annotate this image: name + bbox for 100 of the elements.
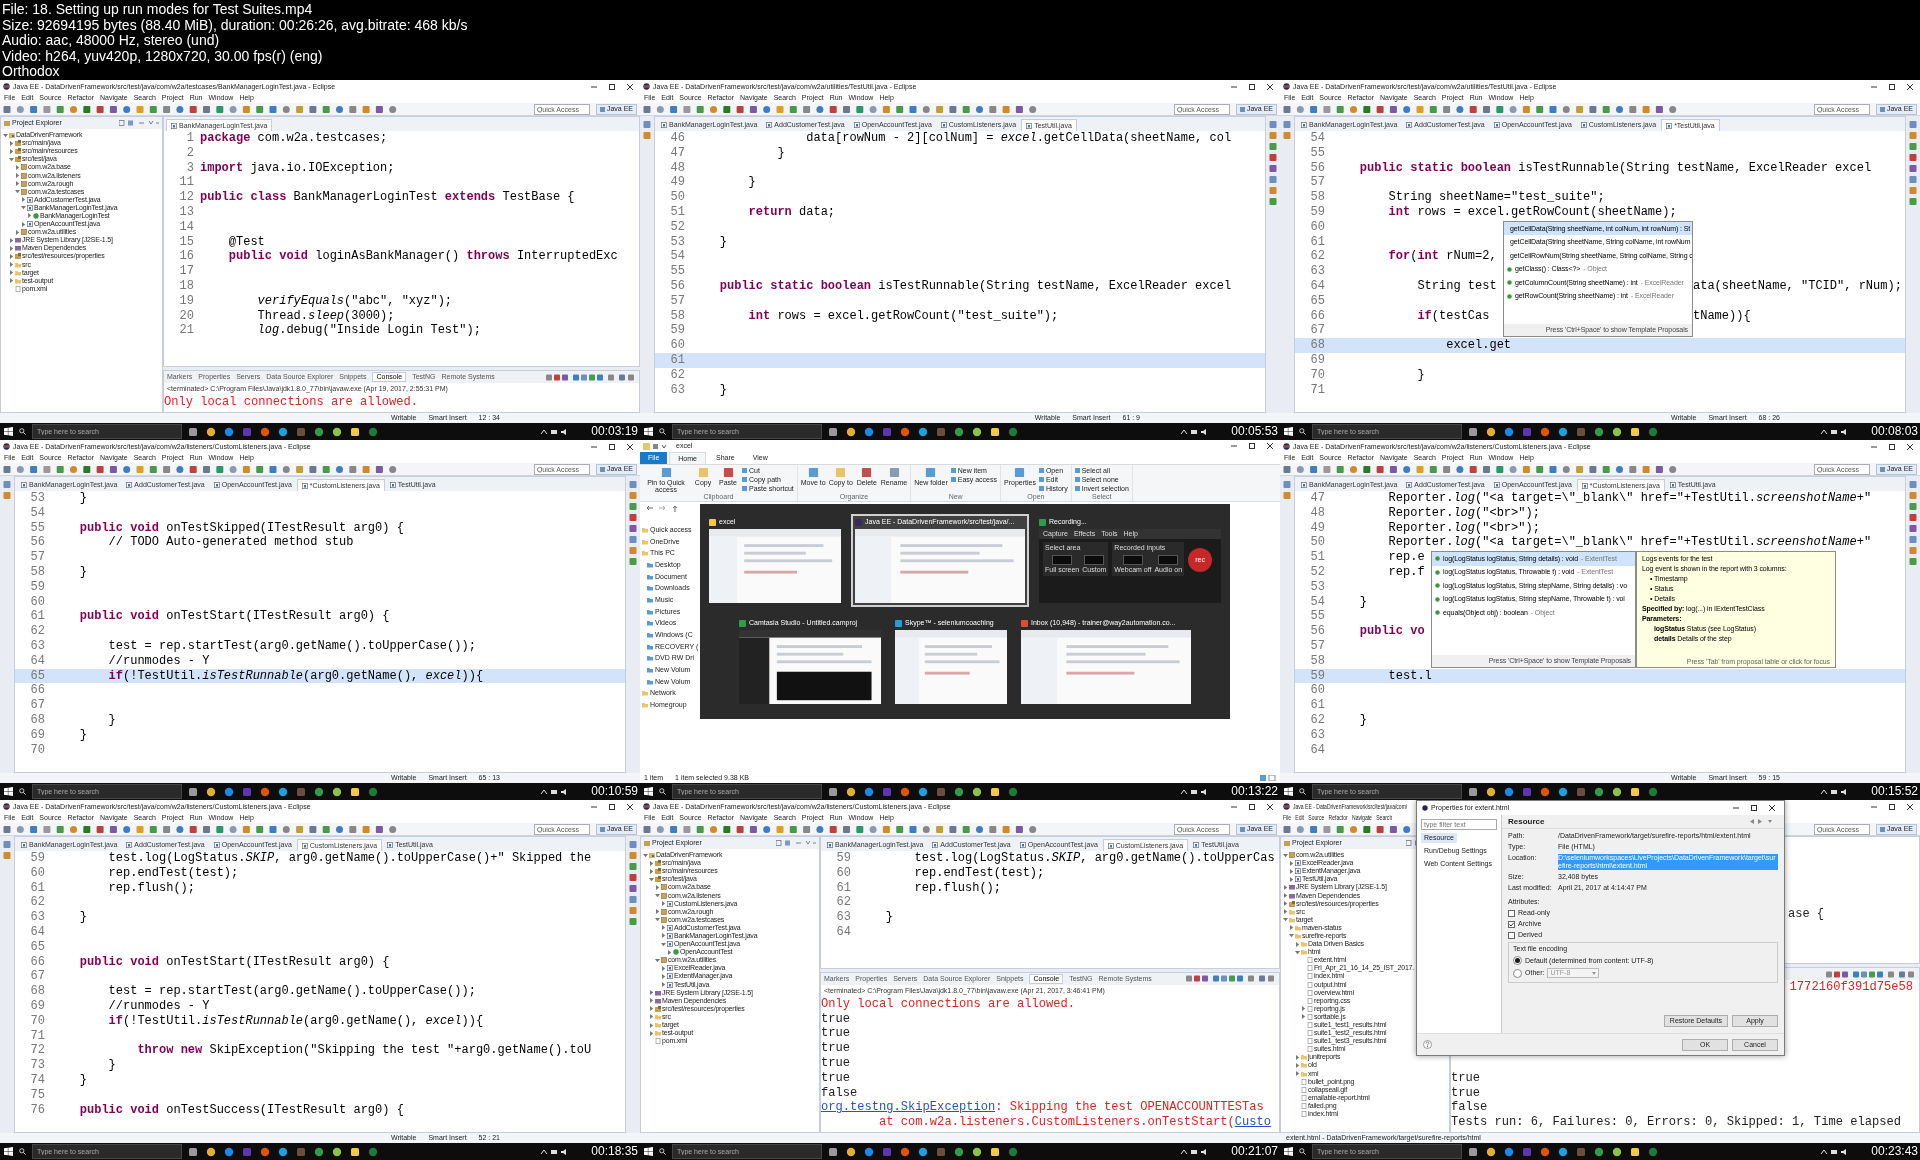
- app-icon[interactable]: [332, 786, 342, 797]
- expand-arrow-icon[interactable]: [15, 229, 20, 235]
- app-icon[interactable]: [972, 786, 982, 797]
- back-arrow-icon[interactable]: [646, 505, 653, 511]
- close-icon[interactable]: [1907, 443, 1913, 450]
- collapse-arrow-icon[interactable]: [1289, 933, 1294, 939]
- app-icon[interactable]: [1468, 786, 1478, 797]
- expand-arrow-icon[interactable]: [1295, 941, 1300, 947]
- app-icon[interactable]: [1486, 786, 1496, 797]
- expand-arrow-icon[interactable]: [9, 253, 14, 259]
- console-toolbar-drawing[interactable]: [1826, 970, 1916, 978]
- windows-logo-icon[interactable]: [644, 427, 653, 436]
- expand-arrow-icon[interactable]: [9, 262, 14, 268]
- expand-arrow-icon[interactable]: [649, 1022, 654, 1028]
- app-icon[interactable]: [188, 786, 198, 797]
- app-icon[interactable]: [206, 786, 216, 797]
- app-icon[interactable]: [314, 426, 324, 437]
- expand-arrow-icon[interactable]: [1295, 1071, 1300, 1077]
- app-icon[interactable]: [314, 786, 324, 797]
- app-icon[interactable]: [1594, 426, 1604, 437]
- app-icon[interactable]: [1558, 1146, 1568, 1157]
- view-icons-drawing[interactable]: [629, 840, 637, 928]
- minimize-icon[interactable]: [1231, 803, 1237, 810]
- expand-arrow-icon[interactable]: [1289, 925, 1294, 931]
- view-icons-drawing[interactable]: [1283, 480, 1291, 502]
- app-icon[interactable]: [1594, 1146, 1604, 1157]
- app-icon[interactable]: [206, 1146, 216, 1157]
- app-icon[interactable]: [1504, 426, 1514, 437]
- app-icon[interactable]: [224, 786, 234, 797]
- app-icon[interactable]: [918, 1146, 928, 1157]
- app-icon[interactable]: [350, 426, 360, 437]
- view-icons-drawing[interactable]: [3, 480, 11, 502]
- app-icon[interactable]: [864, 426, 874, 437]
- minimize-icon[interactable]: [591, 443, 597, 450]
- up-arrow-icon[interactable]: [672, 504, 678, 512]
- view-icons-drawing[interactable]: [1909, 480, 1917, 568]
- expand-arrow-icon[interactable]: [649, 860, 654, 866]
- maximize-icon[interactable]: [1889, 443, 1895, 450]
- windows-logo-icon[interactable]: [1284, 1147, 1293, 1156]
- collapse-arrow-icon[interactable]: [1283, 852, 1288, 858]
- close-icon[interactable]: [1267, 83, 1273, 90]
- maximize-icon[interactable]: [1751, 805, 1757, 811]
- app-icon[interactable]: [260, 786, 270, 797]
- maximize-icon[interactable]: [609, 803, 615, 810]
- expand-arrow-icon[interactable]: [21, 221, 26, 227]
- view-icons-drawing[interactable]: [1269, 120, 1277, 208]
- expand-arrow-icon[interactable]: [655, 884, 660, 890]
- expand-arrow-icon[interactable]: [1301, 1006, 1306, 1012]
- expand-arrow-icon[interactable]: [649, 990, 654, 996]
- expand-arrow-icon[interactable]: [1295, 1054, 1300, 1060]
- app-icon[interactable]: [954, 426, 964, 437]
- collapse-arrow-icon[interactable]: [649, 876, 654, 882]
- minimize-icon[interactable]: [1231, 83, 1237, 90]
- expand-arrow-icon[interactable]: [649, 1014, 654, 1020]
- app-icon[interactable]: [1468, 426, 1478, 437]
- console-toolbar-drawing[interactable]: [546, 373, 636, 381]
- expand-arrow-icon[interactable]: [649, 1030, 654, 1036]
- collapse-arrow-icon[interactable]: [1283, 917, 1288, 923]
- app-icon[interactable]: [900, 786, 910, 797]
- app-icon[interactable]: [1540, 786, 1550, 797]
- minimize-icon[interactable]: [591, 803, 597, 810]
- app-icon[interactable]: [864, 786, 874, 797]
- collapse-arrow-icon[interactable]: [1295, 949, 1300, 955]
- app-icon[interactable]: [954, 1146, 964, 1157]
- expand-arrow-icon[interactable]: [1289, 860, 1294, 866]
- app-icon[interactable]: [846, 786, 856, 797]
- windows-logo-icon[interactable]: [4, 1147, 13, 1156]
- app-icon[interactable]: [350, 1146, 360, 1157]
- close-icon[interactable]: [627, 803, 633, 810]
- app-icon[interactable]: [972, 1146, 982, 1157]
- app-icon[interactable]: [828, 426, 838, 437]
- maximize-icon[interactable]: [1249, 803, 1255, 810]
- app-icon[interactable]: [224, 426, 234, 437]
- maximize-icon[interactable]: [1889, 803, 1895, 810]
- close-icon[interactable]: [627, 83, 633, 90]
- windows-logo-icon[interactable]: [644, 1147, 653, 1156]
- radio-button[interactable]: [1513, 968, 1522, 978]
- app-icon[interactable]: [278, 786, 288, 797]
- view-toolbar-drawing[interactable]: [776, 840, 816, 846]
- windows-logo-icon[interactable]: [4, 787, 13, 796]
- maximize-icon[interactable]: [609, 443, 615, 450]
- expand-arrow-icon[interactable]: [1295, 1063, 1300, 1068]
- app-icon[interactable]: [260, 426, 270, 437]
- app-icon[interactable]: [990, 426, 1000, 437]
- expand-arrow-icon[interactable]: [661, 982, 666, 988]
- app-icon[interactable]: [1504, 1146, 1514, 1157]
- close-icon[interactable]: [1267, 803, 1273, 810]
- expand-arrow-icon[interactable]: [9, 237, 14, 243]
- app-icon[interactable]: [188, 1146, 198, 1157]
- app-icon[interactable]: [260, 1146, 270, 1157]
- app-icon[interactable]: [188, 426, 198, 437]
- expand-arrow-icon[interactable]: [9, 245, 14, 251]
- collapse-arrow-icon[interactable]: [661, 941, 666, 947]
- app-icon[interactable]: [1486, 426, 1496, 437]
- windows-logo-icon[interactable]: [1284, 787, 1293, 796]
- console-link[interactable]: org.testng.SkipException: [821, 1100, 996, 1115]
- expand-arrow-icon[interactable]: [655, 909, 660, 915]
- expand-arrow-icon[interactable]: [9, 148, 14, 154]
- minimize-icon[interactable]: [1733, 805, 1739, 811]
- expand-arrow-icon[interactable]: [15, 181, 20, 187]
